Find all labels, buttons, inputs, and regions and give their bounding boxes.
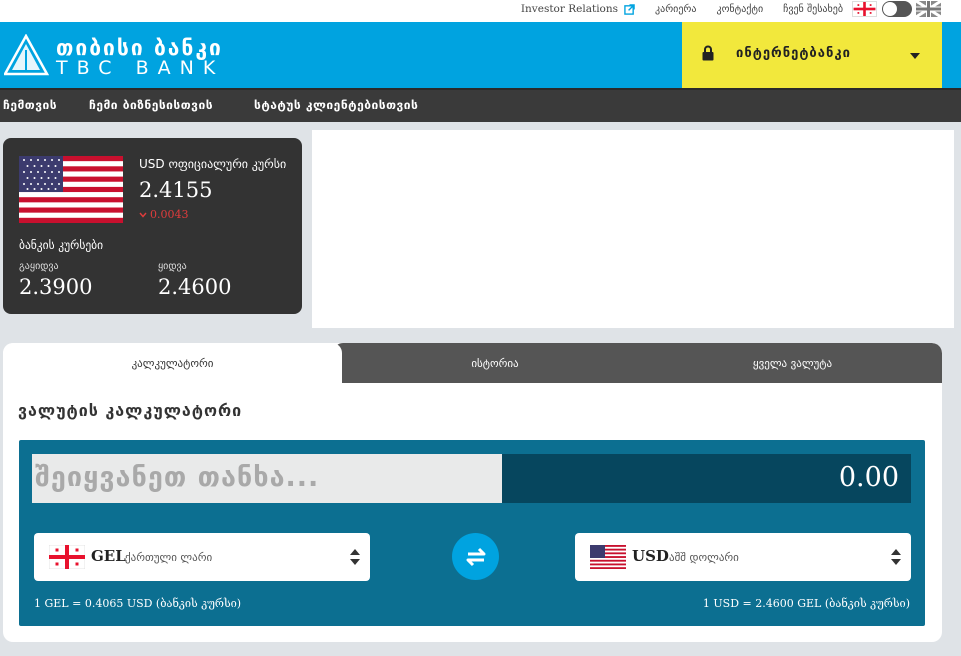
investor-relations-label: Investor Relations bbox=[520, 3, 619, 15]
sort-arrows-icon bbox=[350, 549, 360, 565]
tab-calculator[interactable]: კალკულატორი bbox=[3, 343, 342, 383]
career-link[interactable]: კარიერა bbox=[655, 4, 696, 15]
internet-bank-button[interactable]: ინტერნეტბანკი bbox=[682, 22, 942, 88]
nav-item-personal[interactable]: ჩემთვის bbox=[3, 98, 57, 112]
amount-input[interactable]: შეიყვანეთ თანხა... bbox=[32, 454, 502, 503]
internet-bank-label: ინტერნეტბანკი bbox=[736, 46, 851, 61]
top-utility-bar: Investor Relations კარიერა კონტაქტი ჩვენ… bbox=[0, 0, 961, 22]
sell-label: ყიდვა bbox=[158, 261, 187, 272]
georgian-language-flag-icon[interactable] bbox=[852, 1, 877, 17]
sort-arrows-icon bbox=[891, 549, 901, 565]
chevron-down-icon bbox=[910, 53, 920, 59]
buy-label: გაყიდვა bbox=[19, 261, 59, 272]
amount-placeholder: შეიყვანეთ თანხა... bbox=[35, 462, 320, 493]
top-links: Investor Relations კარიერა კონტაქტი ჩვენ… bbox=[521, 3, 843, 15]
toggle-knob bbox=[883, 2, 897, 16]
from-rate-text: 1 GEL = 0.4065 USD (ბანკის კურსი) bbox=[34, 597, 242, 610]
calculator-title: ვალუტის კალკულატორი bbox=[18, 401, 243, 420]
nav-item-status-clients[interactable]: სტატუს კლიენტებისთვის bbox=[254, 98, 418, 112]
lock-icon bbox=[702, 45, 714, 61]
tab-all-currencies-label: ყველა ვალუტა bbox=[752, 356, 833, 370]
about-link[interactable]: ჩვენ შესახებ bbox=[783, 4, 843, 15]
swap-arrows-icon bbox=[466, 547, 485, 566]
nav-item-business[interactable]: ჩემი ბიზნესისთვის bbox=[89, 98, 213, 112]
official-rate-value: 2.4155 bbox=[139, 178, 213, 202]
to-currency-select[interactable]: USD აშშ დოლარი bbox=[575, 533, 911, 581]
tbc-logo-icon[interactable] bbox=[4, 34, 49, 76]
external-link-icon bbox=[624, 3, 635, 15]
buy-value: 2.3900 bbox=[19, 275, 93, 299]
contact-link[interactable]: კონტაქტი bbox=[716, 4, 763, 15]
calculator-tabs: ყველა ვალუტა ისტორია კალკულატორი bbox=[3, 343, 942, 383]
georgia-flag-icon bbox=[49, 545, 85, 569]
tab-history-label: ისტორია bbox=[471, 356, 519, 370]
usa-flag-icon bbox=[590, 545, 626, 569]
tab-all-currencies[interactable]: ყველა ვალუტა bbox=[643, 343, 942, 383]
from-currency-name: ქართული ლარი bbox=[125, 551, 213, 564]
banner-area bbox=[312, 130, 954, 328]
chevron-down-icon bbox=[139, 212, 147, 218]
tab-history[interactable]: ისტორია bbox=[333, 343, 657, 383]
logo-text-english: TBC BANK bbox=[56, 57, 225, 79]
converter-box: შეიყვანეთ თანხა... 0.00 GEL ქართული ლარი bbox=[19, 440, 925, 626]
to-currency-code: USD bbox=[632, 547, 669, 565]
bank-rates-label: ბანკის კურსები bbox=[19, 238, 104, 252]
main-header: თიბისი ბანკი TBC BANK ინტერნეტბანკი bbox=[0, 22, 961, 88]
amount-bar: შეიყვანეთ თანხა... 0.00 bbox=[32, 454, 911, 503]
from-currency-select[interactable]: GEL ქართული ლარი bbox=[34, 533, 370, 581]
swap-currencies-button[interactable] bbox=[452, 533, 499, 580]
tab-calculator-label: კალკულატორი bbox=[131, 356, 214, 370]
sell-value: 2.4600 bbox=[158, 275, 232, 299]
to-currency-name: აშშ დოლარი bbox=[669, 551, 739, 564]
amount-input-arrow bbox=[483, 454, 502, 502]
calculator-panel: ყველა ვალუტა ისტორია კალკულატორი ვალუტის… bbox=[3, 343, 942, 642]
investor-relations-link[interactable]: Investor Relations bbox=[521, 3, 635, 15]
to-rate-text: 1 USD = 2.4600 GEL (ბანკის კურსი) bbox=[702, 597, 910, 610]
usa-flag-icon bbox=[19, 156, 123, 223]
rate-change: 0.0043 bbox=[139, 208, 189, 221]
official-rate-title: USD ოფიციალური კურსი bbox=[139, 157, 287, 171]
rate-change-value: 0.0043 bbox=[150, 208, 189, 221]
usd-rate-card: USD ოფიციალური კურსი 2.4155 0.0043 ბანკი… bbox=[3, 138, 302, 314]
main-nav: ჩემთვის ჩემი ბიზნესისთვის სტატუს კლიენტე… bbox=[0, 88, 961, 122]
english-language-flag-icon[interactable] bbox=[916, 1, 941, 17]
converted-amount: 0.00 bbox=[838, 462, 899, 493]
from-currency-code: GEL bbox=[91, 547, 126, 565]
language-toggle[interactable] bbox=[882, 1, 912, 17]
